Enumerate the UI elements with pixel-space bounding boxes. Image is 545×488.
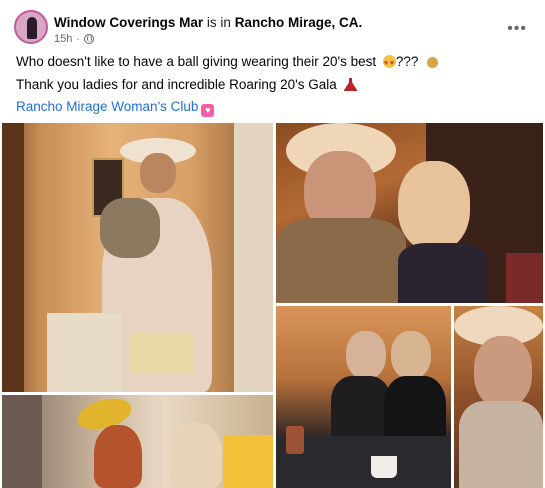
photo-5[interactable] <box>2 395 273 488</box>
photo-4[interactable] <box>454 306 543 488</box>
photo-3[interactable] <box>276 306 451 488</box>
tag-label[interactable]: Rancho Mirage Woman's Club <box>16 99 198 114</box>
post-text-1-suffix: ??? <box>395 54 419 69</box>
post-author-line: Window Coverings Mar is in Rancho Mirage… <box>54 15 362 30</box>
photo-2[interactable] <box>276 123 543 303</box>
photo-grid <box>0 121 545 488</box>
author-name[interactable]: Window Coverings Mar <box>54 15 203 30</box>
post-header: Window Coverings Mar is in Rancho Mirage… <box>14 10 535 46</box>
photo-1[interactable] <box>2 123 273 392</box>
is-in-label: is in <box>206 15 231 30</box>
heart-eyes-emoji <box>382 55 396 72</box>
post-text-1: Who doesn't like to have a ball giving w… <box>16 54 377 69</box>
heart-badge-icon: ♥ <box>201 104 215 117</box>
avatar[interactable] <box>14 10 48 44</box>
post-text-line-1: Who doesn't like to have a ball giving w… <box>16 53 439 72</box>
tag-link[interactable]: Rancho Mirage Woman's Club ♥ <box>16 98 215 117</box>
dress-emoji <box>343 78 358 91</box>
post-meta: 15h · <box>54 33 94 45</box>
post-time[interactable]: 15h <box>54 33 72 45</box>
separator-dot: · <box>76 33 80 45</box>
location-link[interactable]: Rancho Mirage, CA. <box>235 15 363 30</box>
moneybag-emoji <box>427 57 439 68</box>
post-text-line-2: Thank you ladies for and incredible Roar… <box>16 76 358 93</box>
globe-icon <box>83 34 94 44</box>
post-text-2: Thank you ladies for and incredible Roar… <box>16 77 337 92</box>
more-horizontal-icon[interactable]: ••• <box>507 20 527 38</box>
